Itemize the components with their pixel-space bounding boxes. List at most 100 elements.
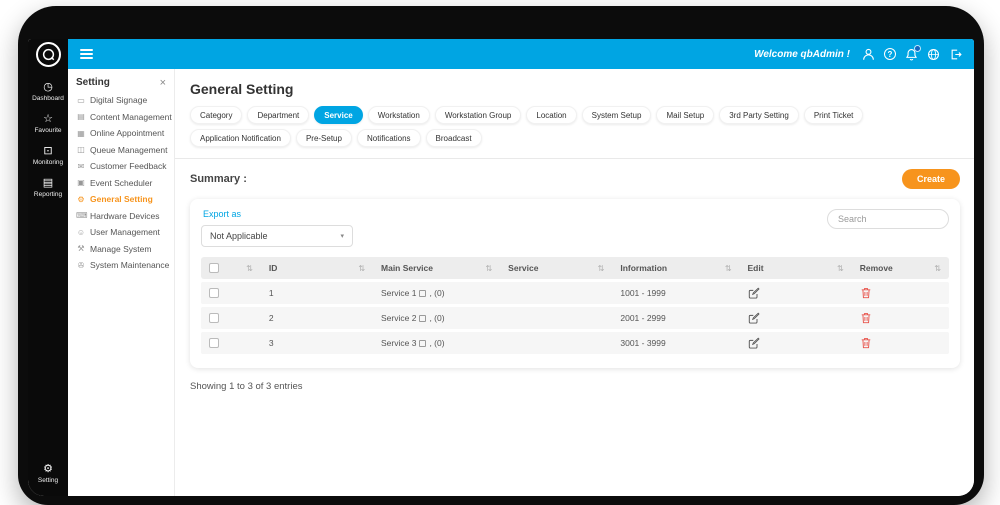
card-toolbar: Export as Not Applicable ▾ bbox=[201, 208, 949, 247]
tab-service[interactable]: Service bbox=[314, 106, 362, 124]
export-as-label[interactable]: Export as bbox=[203, 209, 353, 219]
summary-label: Summary : bbox=[190, 173, 247, 185]
tab-department[interactable]: Department bbox=[247, 106, 309, 124]
col-header-information[interactable]: Information ⇅ bbox=[612, 263, 739, 273]
user-icon[interactable] bbox=[862, 48, 875, 61]
summary-row: Summary : Create bbox=[190, 169, 960, 189]
cell-remove bbox=[852, 312, 949, 324]
sort-icon: ⇅ bbox=[725, 264, 732, 273]
tab-category[interactable]: Category bbox=[190, 106, 242, 124]
close-icon[interactable]: × bbox=[160, 78, 166, 88]
trash-icon[interactable] bbox=[860, 287, 872, 299]
rail-item-setting[interactable]: ⚙ Setting bbox=[38, 463, 58, 484]
globe-icon[interactable] bbox=[927, 48, 940, 61]
app-screen: ◷ Dashboard ☆ Favourite ⊡ Monitoring ▤ R… bbox=[28, 39, 974, 496]
cell-edit bbox=[740, 287, 852, 299]
col-header-service[interactable]: Service ⇅ bbox=[500, 263, 612, 273]
row-checkbox[interactable] bbox=[209, 338, 219, 348]
help-icon[interactable]: ? bbox=[884, 48, 896, 60]
select-all-checkbox[interactable] bbox=[209, 263, 219, 273]
hamburger-menu-icon[interactable] bbox=[80, 49, 93, 60]
tab-workstation[interactable]: Workstation bbox=[368, 106, 430, 124]
sort-icon: ⇅ bbox=[358, 264, 365, 273]
sort-icon: ⇅ bbox=[485, 264, 492, 273]
cell-edit bbox=[740, 337, 852, 349]
sidebar-item-queue-management[interactable]: ◫ Queue Management bbox=[68, 145, 174, 155]
cell-id: 1 bbox=[261, 288, 373, 298]
top-bar-actions: Welcome qbAdmin ! ? bbox=[754, 48, 962, 61]
app-logo bbox=[36, 42, 61, 67]
tab-3rd-party-setting[interactable]: 3rd Party Setting bbox=[719, 106, 799, 124]
col-header-main-service[interactable]: Main Service ⇅ bbox=[373, 263, 500, 273]
sidebar-item-manage-system[interactable]: ⚒ Manage System bbox=[68, 244, 174, 254]
language-icon bbox=[419, 340, 426, 347]
rail-nav: ◷ Dashboard ☆ Favourite ⊡ Monitoring ▤ R… bbox=[32, 81, 64, 209]
sidebar-item-event-scheduler[interactable]: ▣ Event Scheduler bbox=[68, 178, 174, 188]
tab-system-setup[interactable]: System Setup bbox=[582, 106, 652, 124]
col-header-id[interactable]: ID ⇅ bbox=[261, 263, 373, 273]
table-header-row: ⇅ ID ⇅ Main Service ⇅ Service ⇅ Informat… bbox=[201, 257, 949, 279]
sidebar-item-digital-signage[interactable]: ▭ Digital Signage bbox=[68, 95, 174, 105]
sidebar-item-hardware-devices[interactable]: ⌨ Hardware Devices bbox=[68, 211, 174, 221]
cell-main-service: Service 3, (0) bbox=[373, 338, 500, 348]
search-input[interactable] bbox=[827, 209, 949, 229]
tab-mail-setup[interactable]: Mail Setup bbox=[656, 106, 714, 124]
sidebar-item-user-management[interactable]: ☺ User Management bbox=[68, 227, 174, 237]
manage-system-icon: ⚒ bbox=[76, 244, 86, 253]
language-icon bbox=[419, 315, 426, 322]
col-header-remove[interactable]: Remove ⇅ bbox=[852, 263, 949, 273]
sort-icon: ⇅ bbox=[934, 264, 941, 273]
cell-main-service: Service 2, (0) bbox=[373, 313, 500, 323]
col-header-edit[interactable]: Edit ⇅ bbox=[740, 263, 852, 273]
sidebar-item-system-maintenance[interactable]: ✇ System Maintenance bbox=[68, 260, 174, 270]
export-format-select[interactable]: Not Applicable ▾ bbox=[201, 225, 353, 247]
row-checkbox[interactable] bbox=[209, 288, 219, 298]
setting-sidebar: Setting × ▭ Digital Signage ▤ Content Ma… bbox=[68, 69, 175, 496]
cell-information: 1001 - 1999 bbox=[612, 288, 739, 298]
rail-item-dashboard[interactable]: ◷ Dashboard bbox=[32, 81, 64, 102]
edit-icon[interactable] bbox=[748, 337, 760, 349]
chevron-down-icon: ▾ bbox=[340, 232, 344, 240]
notification-badge bbox=[914, 45, 921, 52]
notifications-bell[interactable] bbox=[905, 48, 918, 61]
tab-notifications[interactable]: Notifications bbox=[357, 129, 421, 147]
event-scheduler-icon: ▣ bbox=[76, 178, 86, 187]
logout-icon[interactable] bbox=[949, 48, 962, 61]
cell-select bbox=[201, 338, 261, 348]
table-body: 1 Service 1, (0) 1001 - 1999 2 Service 2… bbox=[201, 282, 949, 354]
general-setting-icon: ⚙ bbox=[76, 195, 86, 204]
tab-application-notification[interactable]: Application Notification bbox=[190, 129, 291, 147]
sort-icon[interactable]: ⇅ bbox=[246, 264, 253, 273]
export-section: Export as Not Applicable ▾ bbox=[201, 208, 353, 247]
trash-icon[interactable] bbox=[860, 312, 872, 324]
rail-item-favourite[interactable]: ☆ Favourite bbox=[32, 113, 64, 134]
summary-card: Export as Not Applicable ▾ ⇅ ID ⇅ Main S… bbox=[190, 199, 960, 368]
rail-item-monitoring[interactable]: ⊡ Monitoring bbox=[32, 145, 64, 166]
tab-location[interactable]: Location bbox=[526, 106, 576, 124]
select-all-header: ⇅ bbox=[201, 263, 261, 273]
page-title: General Setting bbox=[190, 81, 960, 97]
sidebar-item-content-management[interactable]: ▤ Content Management bbox=[68, 112, 174, 122]
sidebar-item-online-appointment[interactable]: ▦ Online Appointment bbox=[68, 128, 174, 138]
tab-pre-setup[interactable]: Pre-Setup bbox=[296, 129, 352, 147]
reporting-icon: ▤ bbox=[43, 177, 53, 190]
sidebar-item-customer-feedback[interactable]: ✉ Customer Feedback bbox=[68, 161, 174, 171]
cell-edit bbox=[740, 312, 852, 324]
create-button[interactable]: Create bbox=[902, 169, 960, 189]
table-row: 1 Service 1, (0) 1001 - 1999 bbox=[201, 282, 949, 304]
cell-select bbox=[201, 313, 261, 323]
edit-icon[interactable] bbox=[748, 312, 760, 324]
row-checkbox[interactable] bbox=[209, 313, 219, 323]
sidebar-title: Setting bbox=[76, 77, 110, 88]
tab-broadcast[interactable]: Broadcast bbox=[426, 129, 482, 147]
table-row: 3 Service 3, (0) 3001 - 3999 bbox=[201, 332, 949, 354]
trash-icon[interactable] bbox=[860, 337, 872, 349]
sidebar-item-general-setting[interactable]: ⚙ General Setting bbox=[68, 194, 174, 204]
tab-print-ticket[interactable]: Print Ticket bbox=[804, 106, 864, 124]
rail-item-reporting[interactable]: ▤ Reporting bbox=[32, 177, 64, 198]
services-table: ⇅ ID ⇅ Main Service ⇅ Service ⇅ Informat… bbox=[201, 257, 949, 354]
cell-id: 2 bbox=[261, 313, 373, 323]
tab-workstation-group[interactable]: Workstation Group bbox=[435, 106, 522, 124]
sort-icon: ⇅ bbox=[837, 264, 844, 273]
edit-icon[interactable] bbox=[748, 287, 760, 299]
